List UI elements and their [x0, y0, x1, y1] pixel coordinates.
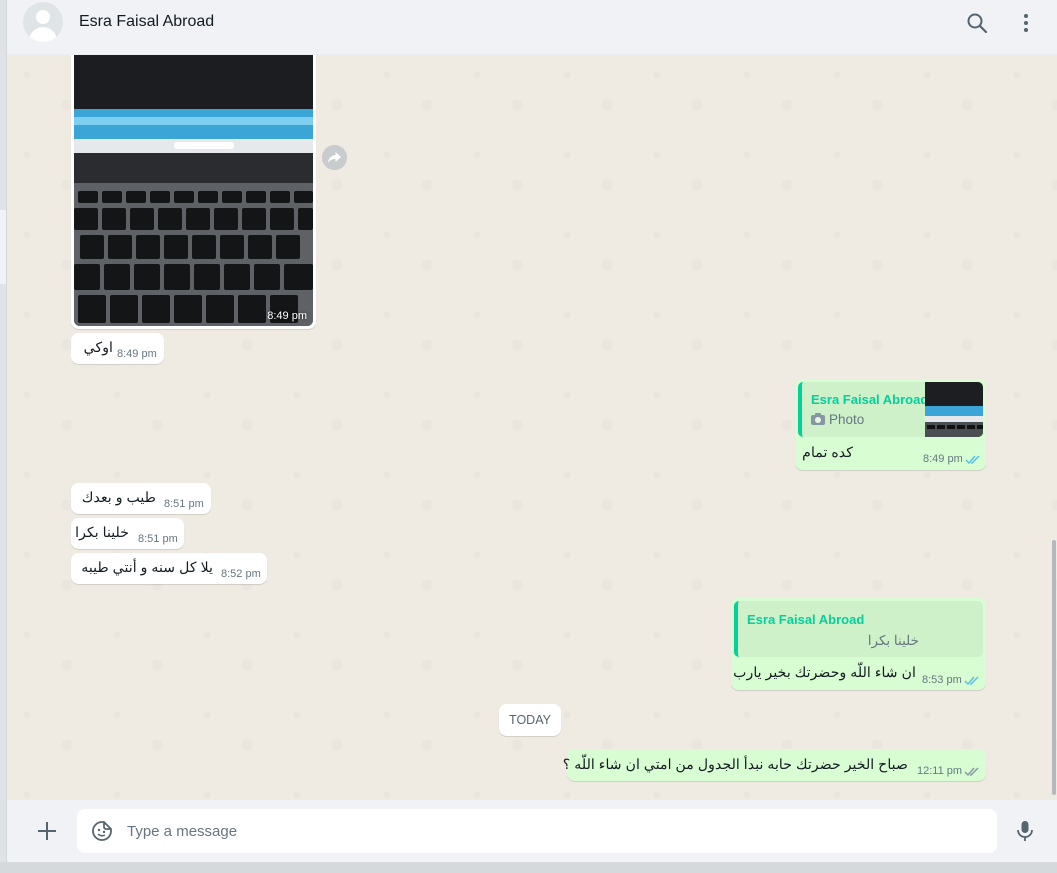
message-time: 8:51 pm — [138, 533, 178, 545]
message-time: 8:49 pm — [117, 348, 157, 360]
mic-icon[interactable] — [1013, 819, 1037, 843]
contact-name[interactable]: Esra Faisal Abroad — [79, 13, 214, 31]
compose-bar — [7, 800, 1057, 862]
message-text: كده تمام — [802, 445, 853, 461]
outgoing-message[interactable]: Esra Faisal Abroad Photo كده تمام 8:49 p… — [795, 379, 986, 470]
outgoing-message[interactable]: صباح الخير حضرتك حابه نبدأ الجدول من امت… — [563, 749, 986, 781]
quoted-message[interactable]: Esra Faisal Abroad Photo — [798, 382, 983, 437]
incoming-message[interactable]: طيب و بعدك 8:51 pm — [71, 483, 211, 514]
camera-icon — [811, 413, 825, 425]
sticker-icon[interactable] — [91, 820, 113, 842]
message-text: اوكي — [83, 340, 113, 356]
message-input[interactable] — [127, 809, 977, 853]
search-icon[interactable] — [965, 11, 989, 35]
day-separator: TODAY — [499, 704, 561, 736]
incoming-message[interactable]: خلينا بكرا 8:51 pm — [71, 518, 184, 549]
message-time: 8:51 pm — [164, 498, 204, 510]
message-text: صباح الخير حضرتك حابه نبدأ الجدول من امت… — [562, 757, 908, 773]
photo-message[interactable]: 8:49 pm — [71, 55, 316, 329]
chat-header: Esra Faisal Abroad — [7, 0, 1057, 55]
message-time: 8:49 pm — [923, 453, 963, 465]
message-list[interactable]: 8:49 pm اوكي 8:49 pm Esra Faisal Abroad … — [7, 55, 1057, 800]
message-time: 8:49 pm — [267, 310, 307, 322]
chat-window: Esra Faisal Abroad 8:49 pm اوكي 8:49 pm … — [6, 0, 1057, 862]
double-check-icon — [964, 676, 979, 686]
quote-photo-thumbnail — [925, 382, 983, 437]
menu-dots-icon[interactable] — [1014, 11, 1038, 35]
double-check-icon — [965, 455, 980, 465]
quote-type: Photo — [829, 412, 865, 427]
scrollbar-thumb[interactable] — [1052, 540, 1056, 795]
quote-author: Esra Faisal Abroad — [747, 612, 865, 627]
incoming-message[interactable]: يلا كل سنه و أنتي طيبه 8:52 pm — [71, 553, 267, 584]
message-time: 12:11 pm — [917, 765, 963, 777]
message-text: خلينا بكرا — [75, 525, 129, 541]
message-text: طيب و بعدك — [81, 490, 156, 506]
message-time: 8:53 pm — [922, 674, 962, 686]
message-time: 8:52 pm — [221, 568, 261, 580]
outgoing-message[interactable]: Esra Faisal Abroad خلينا بكرا ان شاء الل… — [731, 598, 986, 690]
quoted-message[interactable]: Esra Faisal Abroad خلينا بكرا — [734, 601, 983, 657]
quote-author: Esra Faisal Abroad — [811, 392, 929, 407]
forward-icon[interactable] — [322, 145, 347, 170]
contact-avatar[interactable] — [23, 2, 63, 42]
keyboard-photo[interactable]: 8:49 pm — [74, 55, 313, 326]
side-panel-edge — [0, 210, 6, 284]
window-bottom-edge — [0, 862, 1057, 873]
laptop-keyboard-image — [74, 55, 313, 326]
incoming-message[interactable]: اوكي 8:49 pm — [71, 333, 164, 364]
message-compose-box[interactable] — [77, 809, 997, 853]
message-text: ان شاء اللّه وحضرتك بخير يارب — [733, 665, 916, 681]
avatar-body — [29, 27, 57, 42]
avatar-head — [36, 10, 50, 24]
message-text: يلا كل سنه و أنتي طيبه — [81, 560, 213, 576]
quote-text: خلينا بكرا — [867, 633, 919, 648]
plus-icon[interactable] — [35, 819, 59, 843]
double-check-icon — [964, 767, 979, 777]
